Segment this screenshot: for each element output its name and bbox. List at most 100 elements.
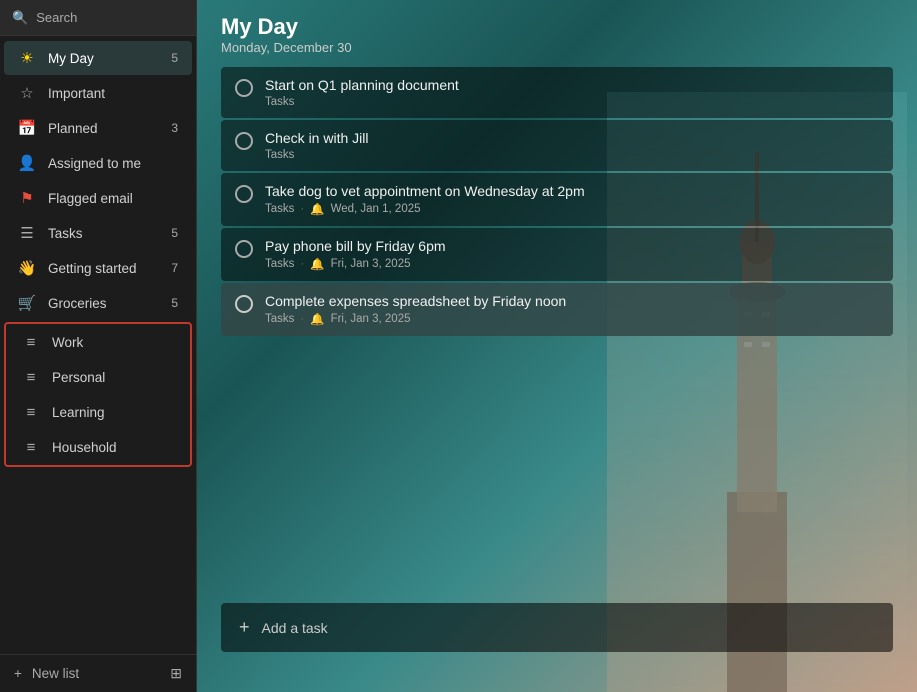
sun-icon: ☀ [18,49,36,67]
cart-icon: 🛒 [18,294,36,312]
nav-items: ☀ My Day 5 ☆ Important 📅 Planned 3 👤 Ass… [0,36,196,654]
due-date-icon: 🔔 [310,202,324,216]
due-date-icon: 🔔 [310,312,324,326]
task-row[interactable]: Pay phone bill by Friday 6pm Tasks · 🔔 F… [221,228,893,281]
sidebar-item-planned[interactable]: 📅 Planned 3 [4,111,192,145]
task-source: Tasks [265,203,294,215]
task-meta: Tasks · 🔔 Fri, Jan 3, 2025 [265,312,879,326]
meta-dot: · [300,313,304,325]
tasks-icon: ☰ [18,224,36,242]
task-info: Start on Q1 planning document Tasks [265,77,879,108]
task-info: Complete expenses spreadsheet by Friday … [265,293,879,326]
main-content: My Day Monday, December 30 Start on Q1 p… [197,0,917,692]
meta-dot: · [300,203,304,215]
sidebar-item-label: Flagged email [48,191,133,206]
task-checkbox[interactable] [235,240,253,258]
add-task-icon: + [239,617,250,638]
task-checkbox[interactable] [235,79,253,97]
list-icon: ≡ [22,368,40,386]
task-row[interactable]: Start on Q1 planning document Tasks [221,67,893,118]
sidebar-item-my-day[interactable]: ☀ My Day 5 [4,41,192,75]
task-source: Tasks [265,313,294,325]
sidebar-item-work[interactable]: ≡ Work [8,325,188,359]
search-bar[interactable]: 🔍 Search [0,0,196,36]
sidebar-item-label: Assigned to me [48,156,141,171]
sidebar-item-household[interactable]: ≡ Household [8,430,188,464]
task-meta: Tasks [265,149,879,161]
task-list: Start on Q1 planning document Tasks Chec… [221,67,893,336]
meta-dot: · [300,258,304,270]
plus-icon: + [14,666,22,681]
sidebar-item-getting-started[interactable]: 👋 Getting started 7 [4,251,192,285]
task-title: Pay phone bill by Friday 6pm [265,238,879,254]
page-date: Monday, December 30 [221,40,893,55]
new-list-area[interactable]: + New list ⊞ [0,654,196,692]
new-list-label: New list [32,666,79,681]
content-overlay: My Day Monday, December 30 Start on Q1 p… [197,0,917,692]
sidebar-item-label: Planned [48,121,98,136]
list-icon: ≡ [22,438,40,456]
sidebar-item-personal[interactable]: ≡ Personal [8,360,188,394]
task-title: Start on Q1 planning document [265,77,879,93]
task-title: Complete expenses spreadsheet by Friday … [265,293,879,309]
task-checkbox[interactable] [235,185,253,203]
list-icon: ≡ [22,333,40,351]
sidebar-item-label: Groceries [48,296,107,311]
list-icon: ≡ [22,403,40,421]
badge-tasks: 5 [162,226,178,240]
task-date: Fri, Jan 3, 2025 [331,258,411,270]
sidebar-item-label: Household [52,440,117,455]
task-title: Check in with Jill [265,130,879,146]
task-meta: Tasks [265,96,879,108]
search-icon: 🔍 [12,10,28,26]
search-label: Search [36,10,77,25]
sidebar-item-label: Work [52,335,83,350]
badge-getting-started: 7 [162,261,178,275]
task-meta: Tasks · 🔔 Fri, Jan 3, 2025 [265,257,879,271]
sidebar-item-label: My Day [48,51,94,66]
task-source: Tasks [265,258,294,270]
task-date: Fri, Jan 3, 2025 [331,313,411,325]
grid-icon[interactable]: ⊞ [170,665,182,682]
task-info: Take dog to vet appointment on Wednesday… [265,183,879,216]
sidebar-item-label: Personal [52,370,105,385]
sidebar-item-tasks[interactable]: ☰ Tasks 5 [4,216,192,250]
new-list-left: + New list [14,666,79,681]
task-meta: Tasks · 🔔 Wed, Jan 1, 2025 [265,202,879,216]
task-row[interactable]: Take dog to vet appointment on Wednesday… [221,173,893,226]
badge-my-day: 5 [162,51,178,65]
sidebar-item-learning[interactable]: ≡ Learning [8,395,188,429]
task-info: Check in with Jill Tasks [265,130,879,161]
sidebar-item-label: Tasks [48,226,83,241]
sidebar-item-flagged[interactable]: ⚑ Flagged email [4,181,192,215]
task-title: Take dog to vet appointment on Wednesday… [265,183,879,199]
sidebar-item-label: Getting started [48,261,137,276]
calendar-icon: 📅 [18,119,36,137]
sidebar-item-groceries[interactable]: 🛒 Groceries 5 [4,286,192,320]
task-row-highlighted[interactable]: Complete expenses spreadsheet by Friday … [221,283,893,336]
due-date-icon: 🔔 [310,257,324,271]
task-source: Tasks [265,96,294,108]
task-row[interactable]: Check in with Jill Tasks [221,120,893,171]
task-checkbox[interactable] [235,132,253,150]
add-task-bar[interactable]: + Add a task [221,603,893,652]
page-title: My Day [221,14,893,40]
list-group: ≡ Work ≡ Personal ≡ Learning ≡ Household [4,322,192,467]
flag-icon: ⚑ [18,189,36,207]
star-icon: ☆ [18,84,36,102]
sidebar-item-important[interactable]: ☆ Important [4,76,192,110]
badge-groceries: 5 [162,296,178,310]
add-task-label: Add a task [262,620,328,636]
wave-icon: 👋 [18,259,36,277]
task-info: Pay phone bill by Friday 6pm Tasks · 🔔 F… [265,238,879,271]
page-header: My Day Monday, December 30 [221,12,893,55]
sidebar-item-label: Learning [52,405,105,420]
sidebar: 🔍 Search ☀ My Day 5 ☆ Important 📅 Planne… [0,0,197,692]
sidebar-item-assigned[interactable]: 👤 Assigned to me [4,146,192,180]
task-checkbox[interactable] [235,295,253,313]
task-source: Tasks [265,149,294,161]
task-date: Wed, Jan 1, 2025 [331,203,421,215]
badge-planned: 3 [162,121,178,135]
person-icon: 👤 [18,154,36,172]
sidebar-item-label: Important [48,86,105,101]
